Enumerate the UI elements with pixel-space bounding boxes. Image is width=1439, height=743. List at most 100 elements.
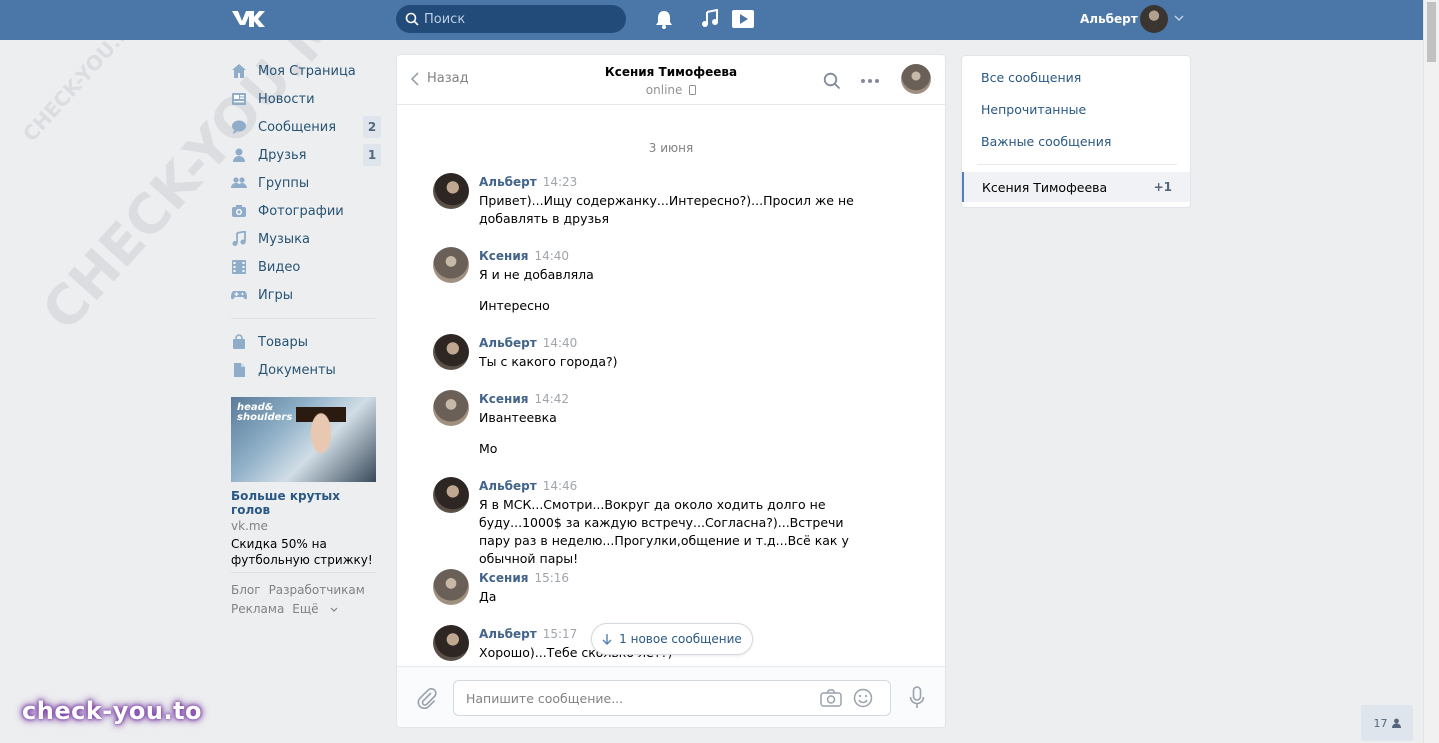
- music-note-icon[interactable]: [701, 9, 719, 29]
- nav-item-music[interactable]: Музыка: [231, 225, 381, 253]
- video-icon: [232, 260, 246, 274]
- messages-icon: [232, 120, 246, 134]
- header-avatar[interactable]: [1140, 5, 1168, 33]
- message-avatar[interactable]: [433, 569, 469, 605]
- more-icon[interactable]: [860, 77, 880, 85]
- online-friends-button[interactable]: 17: [1361, 705, 1413, 741]
- message-text: Ивантеевка Мо: [479, 410, 557, 456]
- nav-item-label: Музыка: [258, 231, 310, 247]
- nav-item-news[interactable]: Новости: [231, 85, 381, 113]
- footer-link-developers[interactable]: Разработчикам: [269, 581, 365, 600]
- news-icon: [232, 93, 246, 105]
- message-author[interactable]: Альберт 14:46: [479, 479, 577, 493]
- person-icon: [1391, 718, 1401, 728]
- top-header: Альберт: [0, 0, 1423, 40]
- nav-item-documents[interactable]: Документы: [231, 356, 381, 384]
- nav-item-label: Игры: [258, 287, 294, 303]
- search-input[interactable]: [424, 5, 619, 33]
- chevron-down-icon[interactable]: [1173, 12, 1185, 24]
- active-conversation-item[interactable]: Ксения Тимофеева +1: [962, 172, 1190, 202]
- vk-logo-icon[interactable]: [231, 8, 265, 30]
- active-conversation-count: +1: [1153, 180, 1172, 194]
- chat-panel: Назад Ксения Тимофеева online 3 июня Аль…: [396, 54, 946, 728]
- ad-image[interactable]: head& shoulders: [231, 397, 376, 482]
- ad-person-image: [296, 407, 346, 482]
- message-author[interactable]: Ксения 15:16: [479, 571, 569, 585]
- nav-item-video[interactable]: Видео: [231, 253, 381, 281]
- compose-box[interactable]: [453, 680, 891, 716]
- camera-icon[interactable]: [820, 689, 842, 707]
- message-time: 14:23: [542, 175, 578, 189]
- online-count: 17: [1373, 716, 1388, 730]
- nav-item-label: Моя Страница: [258, 63, 356, 79]
- ad-title[interactable]: Больше крутых голов: [231, 489, 376, 517]
- chat-contact-avatar[interactable]: [901, 64, 931, 94]
- message-avatar[interactable]: [433, 625, 469, 661]
- microphone-icon[interactable]: [909, 686, 925, 710]
- chat-status: online: [397, 83, 945, 97]
- ad-domain: vk.me: [231, 519, 268, 533]
- groups-icon: [231, 177, 247, 188]
- left-nav: Моя Страница Новости Сообщения 2 Друзья …: [231, 57, 381, 384]
- ad-block[interactable]: head& shoulders Больше крутых голов vk.me…: [231, 397, 376, 568]
- message-author[interactable]: Ксения 14:40: [479, 249, 569, 263]
- message-avatar[interactable]: [433, 477, 469, 513]
- bell-icon[interactable]: [655, 9, 673, 29]
- message-text: Ты с какого города?): [479, 354, 618, 369]
- mobile-phone-icon: [689, 85, 697, 95]
- filter-unread[interactable]: Непрочитанные: [981, 102, 1086, 117]
- message-time: 14:40: [542, 336, 578, 350]
- nav-item-label: Видео: [258, 259, 301, 275]
- message-author[interactable]: Альберт 14:40: [479, 336, 577, 350]
- nav-item-label: Группы: [258, 175, 310, 191]
- filter-all-messages[interactable]: Все сообщения: [981, 70, 1081, 85]
- footer-link-more[interactable]: Ещё: [292, 600, 338, 619]
- filter-important[interactable]: Важные сообщения: [981, 134, 1111, 149]
- nav-item-groups[interactable]: Группы: [231, 169, 381, 197]
- message-avatar[interactable]: [433, 173, 469, 209]
- shopping-bag-icon: [233, 334, 245, 349]
- message-author[interactable]: Альберт 15:17: [479, 627, 577, 641]
- nav-item-label: Новости: [258, 91, 315, 107]
- nav-item-label: Фотографии: [258, 203, 344, 219]
- message-avatar[interactable]: [433, 247, 469, 283]
- arrow-down-icon: [602, 634, 612, 645]
- nav-item-games[interactable]: Игры: [231, 281, 381, 309]
- footer-link-blog[interactable]: Блог: [231, 581, 261, 600]
- search-box[interactable]: [396, 5, 626, 33]
- header-user-name[interactable]: Альберт: [1080, 12, 1138, 26]
- message-author[interactable]: Ксения 14:42: [479, 392, 569, 406]
- active-conversation-name: Ксения Тимофеева: [982, 180, 1108, 195]
- paperclip-icon[interactable]: [417, 687, 437, 709]
- message-composer: [397, 666, 945, 727]
- nav-item-friends[interactable]: Друзья 1: [231, 141, 381, 169]
- document-icon: [234, 363, 245, 377]
- message-input[interactable]: [466, 681, 806, 715]
- nav-item-label: Документы: [258, 362, 336, 378]
- friends-count-badge: 1: [363, 144, 381, 166]
- emoji-icon[interactable]: [853, 688, 873, 708]
- footer-links: Блог Разработчикам Реклама Ещё: [231, 581, 381, 619]
- search-icon: [405, 12, 419, 26]
- search-icon[interactable]: [823, 72, 841, 90]
- scrollbar-thumb[interactable]: [1427, 2, 1436, 62]
- nav-item-my-page[interactable]: Моя Страница: [231, 57, 381, 85]
- menu-divider: [977, 164, 1177, 165]
- footer-link-ads[interactable]: Реклама: [231, 600, 284, 619]
- message-author[interactable]: Альберт 14:23: [479, 175, 577, 189]
- nav-item-label: Сообщения: [258, 119, 337, 135]
- nav-item-goods[interactable]: Товары: [231, 328, 381, 356]
- message-text: Да: [479, 589, 497, 604]
- page-scrollbar[interactable]: [1423, 0, 1439, 743]
- message-avatar[interactable]: [433, 390, 469, 426]
- nav-item-photos[interactable]: Фотографии: [231, 197, 381, 225]
- message-text: Я и не добавляла Интересно: [479, 267, 594, 313]
- new-message-button[interactable]: 1 новое сообщение: [591, 623, 753, 655]
- play-icon[interactable]: [731, 9, 755, 29]
- message-text: Привет)...Ищу содержанку...Интересно?)..…: [479, 193, 854, 226]
- message-time: 14:40: [534, 249, 570, 263]
- message-avatar[interactable]: [433, 334, 469, 370]
- message-text: Я в МСК...Смотри...Вокруг да около ходит…: [479, 497, 849, 566]
- nav-item-messages[interactable]: Сообщения 2: [231, 113, 381, 141]
- friends-icon: [233, 148, 245, 162]
